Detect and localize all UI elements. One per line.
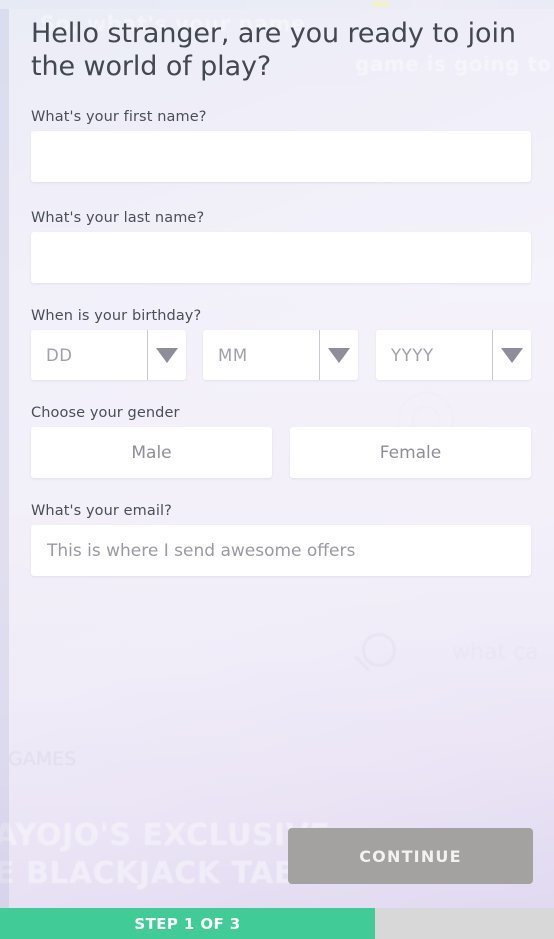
birthday-year-value: YYYY <box>391 345 434 365</box>
signup-form-panel: Hello stranger, are you ready to join th… <box>0 9 554 939</box>
birthday-day-value: DD <box>46 345 73 365</box>
birthday-day-select[interactable]: DD <box>31 330 186 380</box>
first-name-label: What's your first name? <box>31 109 207 125</box>
chevron-down-icon[interactable] <box>147 330 186 380</box>
chevron-down-icon[interactable] <box>319 330 358 380</box>
progress-step-label: STEP 1 OF 3 <box>134 914 241 933</box>
birthday-row: DD MM YYYY <box>31 330 531 380</box>
email-label: What's your email? <box>31 503 172 519</box>
last-name-label: What's your last name? <box>31 210 205 226</box>
gender-male-button[interactable]: Male <box>31 427 272 478</box>
email-input[interactable] <box>31 525 531 576</box>
gender-row: Male Female <box>31 427 531 478</box>
first-name-input[interactable] <box>31 131 531 182</box>
progress-bar-track: STEP 1 OF 3 <box>0 908 554 939</box>
birthday-label: When is your birthday? <box>31 308 202 324</box>
birthday-month-value: MM <box>218 345 248 365</box>
gender-label: Choose your gender <box>31 405 180 421</box>
chevron-down-icon[interactable] <box>492 330 531 380</box>
birthday-month-select[interactable]: MM <box>203 330 358 380</box>
page-title: Hello stranger, are you ready to join th… <box>31 18 516 82</box>
gender-female-button[interactable]: Female <box>290 427 531 478</box>
birthday-year-select[interactable]: YYYY <box>376 330 531 380</box>
progress-bar-fill: STEP 1 OF 3 <box>0 908 375 939</box>
last-name-input[interactable] <box>31 232 531 283</box>
continue-button[interactable]: CONTINUE <box>288 828 533 884</box>
signup-screen: So, what's your name game is going to be… <box>0 0 554 939</box>
